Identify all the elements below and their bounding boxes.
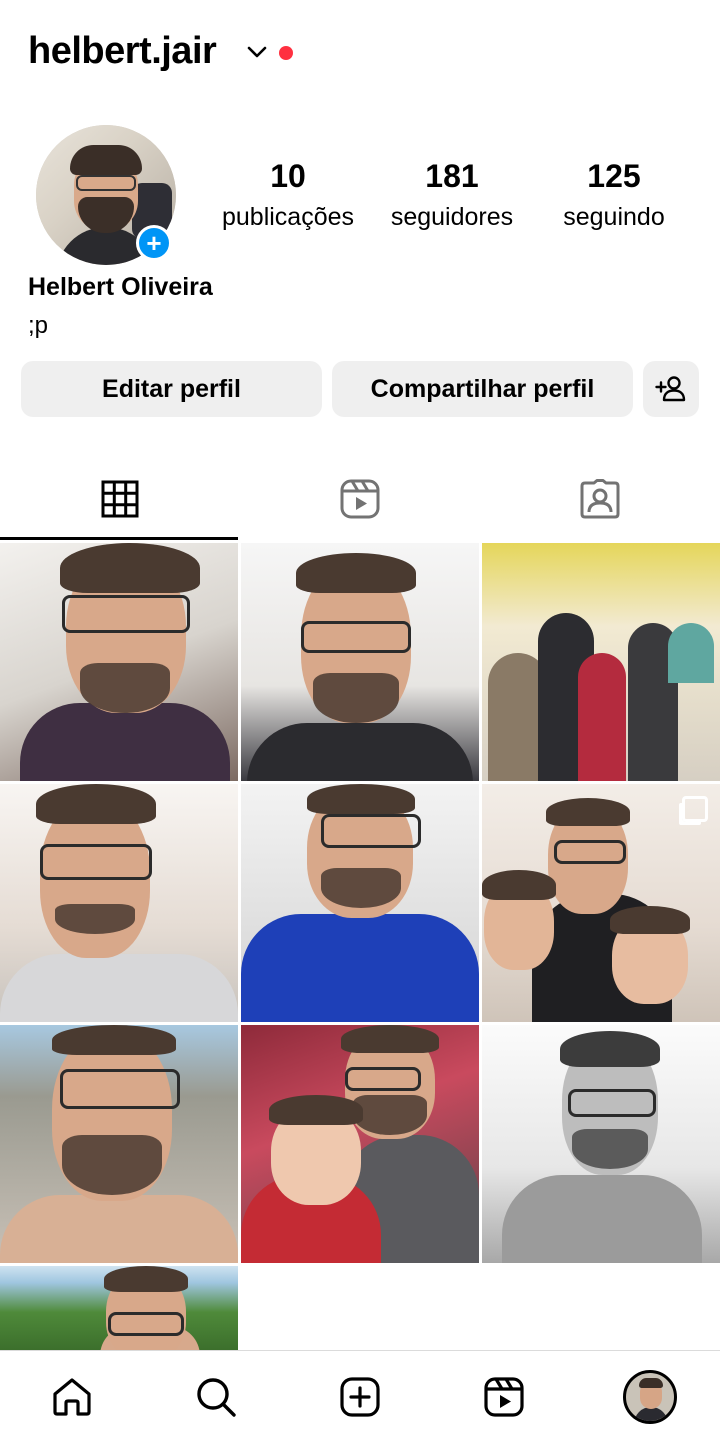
bottom-navigation xyxy=(0,1350,720,1451)
nav-create[interactable] xyxy=(330,1367,390,1427)
tab-tagged[interactable] xyxy=(480,458,720,540)
full-name: Helbert Oliveira xyxy=(28,273,213,301)
followers-stat[interactable]: 181 seguidores xyxy=(376,158,528,232)
grid-icon xyxy=(101,480,139,518)
post-thumbnail[interactable] xyxy=(241,1025,479,1263)
post-thumbnail[interactable] xyxy=(482,543,720,781)
nav-home[interactable] xyxy=(42,1367,102,1427)
post-thumbnail[interactable] xyxy=(482,784,720,1022)
home-icon xyxy=(53,1378,91,1416)
tab-reels[interactable] xyxy=(240,458,480,540)
following-label: seguindo xyxy=(563,203,665,231)
post-thumbnail[interactable] xyxy=(0,543,238,781)
profile-header: helbert.jair xyxy=(0,0,720,106)
profile-tabs xyxy=(0,458,720,540)
discover-people-button[interactable] xyxy=(643,361,699,417)
followers-label: seguidores xyxy=(390,203,514,231)
chevron-down-icon[interactable] xyxy=(246,44,268,60)
nav-search[interactable] xyxy=(186,1367,246,1427)
reels-icon xyxy=(340,479,380,519)
post-thumbnail[interactable] xyxy=(241,784,479,1022)
username-switcher[interactable]: helbert.jair xyxy=(28,30,217,73)
followers-count: 181 xyxy=(425,158,479,194)
multiple-photos-icon xyxy=(682,796,708,822)
profile-avatar-container[interactable]: + xyxy=(36,125,176,265)
posts-label: publicações xyxy=(221,203,355,231)
plus-square-icon xyxy=(340,1377,380,1417)
bio: ;p xyxy=(28,312,49,339)
nav-reels[interactable] xyxy=(474,1367,534,1427)
tagged-user-icon xyxy=(580,479,620,519)
active-tab-indicator xyxy=(0,537,238,540)
following-stat[interactable]: 125 seguindo xyxy=(538,158,690,232)
post-thumbnail[interactable] xyxy=(0,1266,238,1350)
post-thumbnail[interactable] xyxy=(241,543,479,781)
tab-posts-grid[interactable] xyxy=(0,458,240,540)
posts-count: 10 xyxy=(270,158,306,194)
share-profile-button[interactable]: Compartilhar perfil xyxy=(332,361,633,417)
profile-stats: 10 publicações 181 seguidores 125 seguin… xyxy=(206,158,706,238)
search-icon xyxy=(197,1378,236,1417)
add-story-button[interactable]: + xyxy=(136,225,172,261)
post-thumbnail[interactable] xyxy=(0,784,238,1022)
add-person-icon xyxy=(655,376,686,402)
edit-profile-button[interactable]: Editar perfil xyxy=(21,361,322,417)
posts-stat[interactable]: 10 publicações xyxy=(206,158,370,232)
post-thumbnail[interactable] xyxy=(0,1025,238,1263)
notification-dot xyxy=(279,46,293,60)
reels-icon xyxy=(484,1377,524,1417)
following-count: 125 xyxy=(587,158,641,194)
post-thumbnail[interactable] xyxy=(482,1025,720,1263)
nav-profile[interactable] xyxy=(620,1367,680,1427)
avatar xyxy=(623,1370,677,1424)
